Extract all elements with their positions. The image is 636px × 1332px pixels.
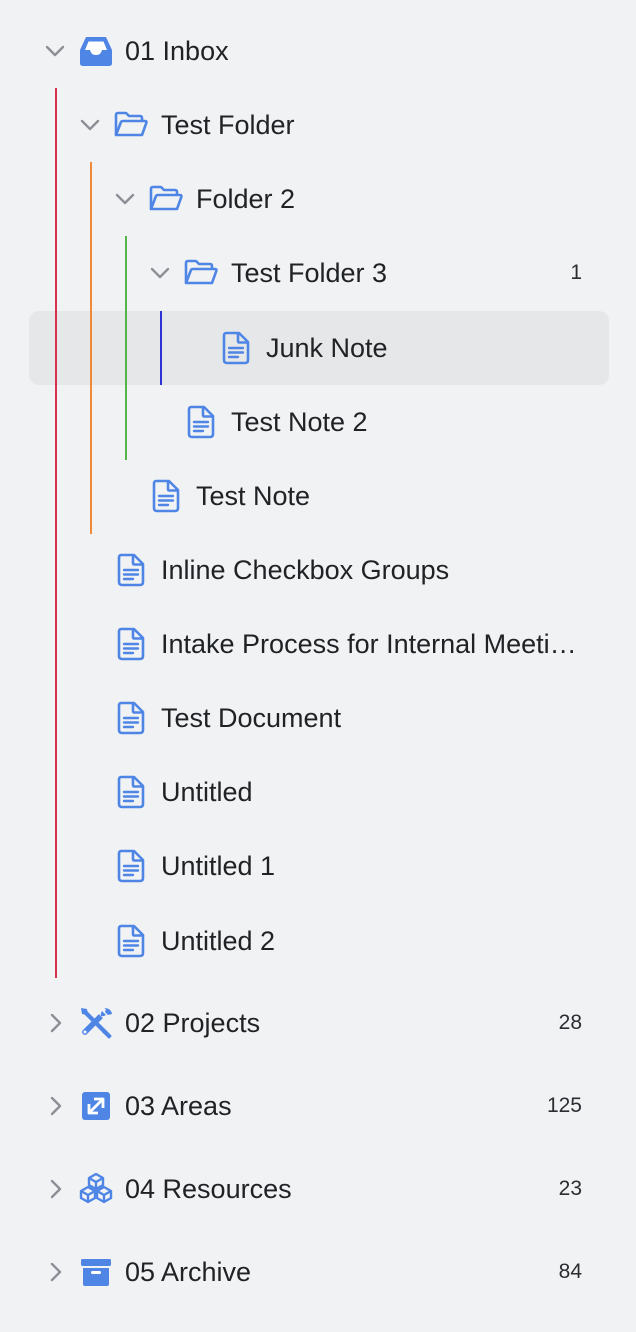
tree-row-resources[interactable]: 04 Resources 23 [0,1152,636,1226]
tree-row-junk-note[interactable]: Junk Note [0,311,636,385]
item-count-badge: 28 [558,1011,582,1034]
tree-row-label: 03 Areas [125,1091,232,1121]
item-count-badge: 84 [558,1260,582,1283]
tree-row-intake-process[interactable]: Intake Process for Internal Meeti… [0,607,636,681]
chevron-right-icon[interactable] [42,1176,68,1202]
chevron-down-icon[interactable] [112,186,138,212]
tree-row-untitled-2[interactable]: Untitled 2 [0,904,636,978]
areas-icon [78,1088,114,1124]
inbox-icon [78,33,114,69]
tree-row-untitled[interactable]: Untitled [0,755,636,829]
tree-row-label: Untitled [161,777,253,807]
tree-row-test-folder-3[interactable]: Test Folder 3 1 [0,236,636,310]
folder-open-icon [183,255,219,291]
tree-row-label: Junk Note [266,333,388,363]
tree-row-untitled-1[interactable]: Untitled 1 [0,829,636,903]
tree-row-label: Test Note 2 [231,407,368,437]
tree-row-label: Untitled 2 [161,926,276,956]
document-icon [113,848,149,884]
chevron-down-icon[interactable] [147,260,173,286]
tree-row-projects[interactable]: 02 Projects 28 [0,986,636,1060]
document-icon [113,700,149,736]
chevron-right-icon[interactable] [42,1259,68,1285]
item-count-badge: 125 [546,1094,582,1117]
sidebar-tree: 01 Inbox Test Folder Folder 2 Test Folde… [0,0,636,1332]
item-count-badge: 1 [570,261,582,284]
document-icon [113,552,149,588]
tree-row-folder-2[interactable]: Folder 2 [0,162,636,236]
tree-row-archive[interactable]: 05 Archive 84 [0,1235,636,1309]
cubes-icon [78,1171,114,1207]
tree-row-label: 01 Inbox [125,36,229,66]
document-icon [113,923,149,959]
tree-row-areas[interactable]: 03 Areas 125 [0,1069,636,1143]
document-icon [183,404,219,440]
document-icon [148,478,184,514]
tree-row-label: Untitled 1 [161,851,276,881]
archive-box-icon [78,1254,114,1290]
tree-row-label: Inline Checkbox Groups [161,555,450,585]
tree-row-label: 04 Resources [125,1174,292,1204]
folder-open-icon [113,107,149,143]
document-icon [113,626,149,662]
document-icon [218,330,254,366]
chevron-down-icon[interactable] [77,112,103,138]
tree-row-label: Test Folder 3 [231,258,388,288]
folder-open-icon [148,181,184,217]
chevron-down-icon[interactable] [42,38,68,64]
chevron-right-icon[interactable] [42,1010,68,1036]
tree-row-inbox[interactable]: 01 Inbox [0,14,636,88]
tree-row-test-document[interactable]: Test Document [0,681,636,755]
tree-row-label: 02 Projects [125,1008,261,1038]
tree-row-inline-checkbox-groups[interactable]: Inline Checkbox Groups [0,533,636,607]
tree-row-label: Test Folder [161,110,295,140]
item-count-badge: 23 [558,1177,582,1200]
tree-row-test-folder[interactable]: Test Folder [0,88,636,162]
tree-row-label: Test Note [196,481,311,511]
tree-row-label: 05 Archive [125,1257,252,1287]
tree-row-label: Folder 2 [196,184,296,214]
chevron-right-icon[interactable] [42,1093,68,1119]
document-icon [113,774,149,810]
tools-icon [78,1005,114,1041]
tree-row-label: Test Document [161,703,342,733]
tree-row-test-note[interactable]: Test Note [0,459,636,533]
tree-row-test-note-2[interactable]: Test Note 2 [0,385,636,459]
tree-row-label: Intake Process for Internal Meeti… [161,629,577,659]
